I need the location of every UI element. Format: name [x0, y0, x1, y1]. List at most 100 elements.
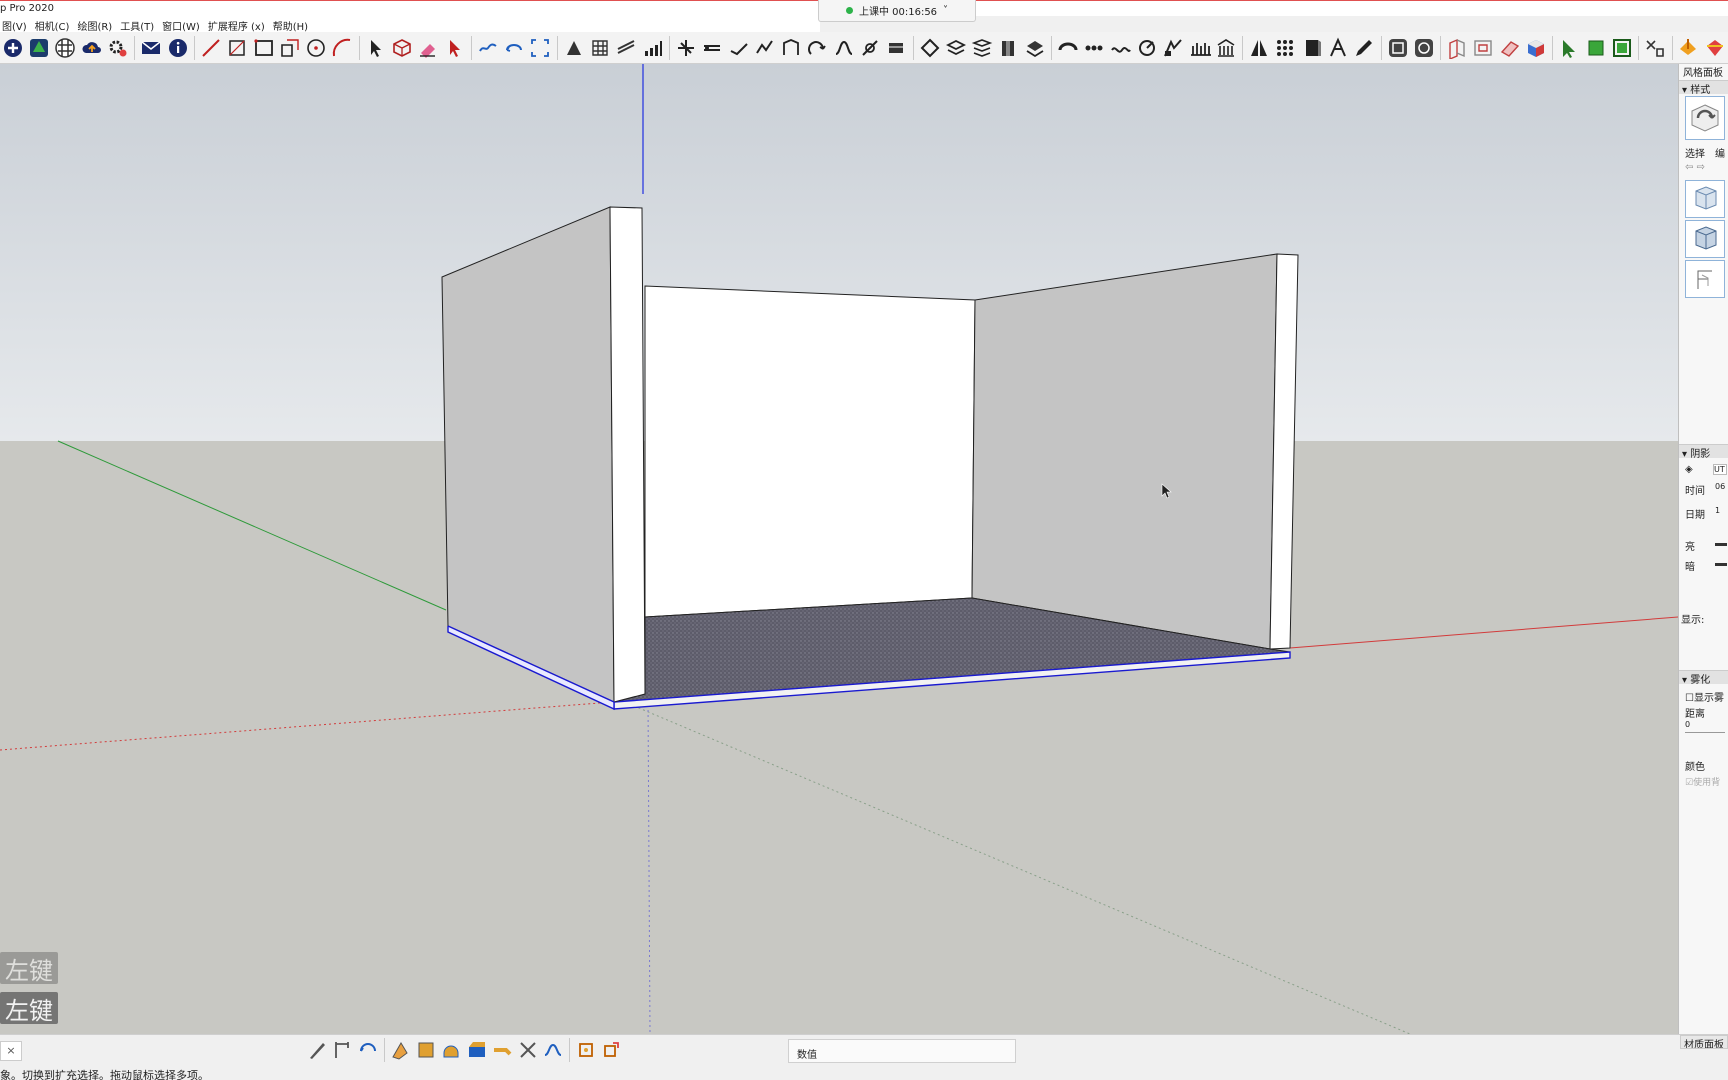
zoom-extents-icon[interactable]	[528, 35, 554, 61]
plugin-tool-32-icon[interactable]	[1411, 35, 1437, 61]
plugin-tool-12-icon[interactable]	[857, 35, 883, 61]
style-option-1[interactable]	[1685, 180, 1725, 218]
tab-select[interactable]: 选择	[1685, 145, 1705, 160]
plugin-tool-8-icon[interactable]	[752, 35, 778, 61]
plugin-tool-3-icon[interactable]	[613, 35, 639, 61]
bottom-tool-1-icon[interactable]	[388, 1037, 413, 1063]
plugin-tool-24-icon[interactable]	[1187, 35, 1213, 61]
menu-window[interactable]: 窗口(W)	[160, 16, 206, 33]
time-value[interactable]: 06	[1715, 482, 1725, 491]
menu-view[interactable]: 图(V)	[0, 16, 33, 33]
orbit-icon[interactable]	[501, 35, 527, 61]
add-icon[interactable]	[0, 35, 26, 61]
bottom-tool-9-icon[interactable]	[599, 1037, 624, 1063]
plugin-tool-36-icon[interactable]	[1642, 35, 1668, 61]
plugin-tool-2-icon[interactable]	[587, 35, 613, 61]
plugin-tool-13-icon[interactable]	[883, 35, 909, 61]
plugin-tool-37-icon[interactable]	[1676, 35, 1702, 61]
date-value[interactable]: 1	[1715, 506, 1720, 515]
plugin-tool-28-icon[interactable]	[1299, 35, 1325, 61]
plugin-tool-22-icon[interactable]	[1134, 35, 1160, 61]
left-wall[interactable]	[441, 206, 615, 703]
plugin-tool-1-icon[interactable]	[561, 35, 587, 61]
bottom-tool-7-icon[interactable]	[541, 1037, 566, 1063]
plugin-tool-23-icon[interactable]	[1160, 35, 1186, 61]
plugin-tool-34-icon[interactable]	[1583, 35, 1609, 61]
eraser-icon[interactable]	[415, 35, 441, 61]
plugin-tool-16-icon[interactable]	[969, 35, 995, 61]
arc-tool-icon[interactable]	[330, 35, 356, 61]
show-fog-checkbox[interactable]: ☐显示雾	[1685, 689, 1724, 704]
plugin-tool-10-icon[interactable]	[805, 35, 831, 61]
use-bg-checkbox[interactable]: ☑使用背	[1685, 775, 1720, 788]
rectangle-tool-icon[interactable]	[251, 35, 277, 61]
info-icon[interactable]	[165, 35, 191, 61]
follow-me-icon[interactable]	[475, 35, 501, 61]
nav-arrows-icon[interactable]: ⇦ ⇨	[1685, 162, 1705, 173]
bottom-tool-3-icon[interactable]	[439, 1037, 464, 1063]
menu-extensions[interactable]: 扩展程序 (x)	[206, 16, 271, 33]
rotated-rect-icon[interactable]	[277, 35, 303, 61]
cloud-upload-icon[interactable]	[79, 35, 105, 61]
menu-draw[interactable]: 绘图(R)	[75, 16, 118, 33]
measurements-box[interactable]: 数值	[788, 1039, 1016, 1063]
plugin-tool-6-icon[interactable]	[699, 35, 725, 61]
light-slider[interactable]	[1715, 543, 1727, 546]
plugin-tool-26-icon[interactable]	[1246, 35, 1272, 61]
plugin-tool-21-icon[interactable]	[1108, 35, 1134, 61]
bottom-tool-2-icon[interactable]	[413, 1037, 438, 1063]
extension-warehouse-icon[interactable]	[53, 35, 79, 61]
plugin-tool-9-icon[interactable]	[778, 35, 804, 61]
rotate-tool-icon[interactable]	[355, 1037, 380, 1063]
plugin-tool-14-icon[interactable]	[917, 35, 943, 61]
select-arrow-icon[interactable]	[363, 35, 389, 61]
bottom-tool-8-icon[interactable]	[573, 1037, 598, 1063]
close-icon[interactable]: ×	[0, 1041, 22, 1061]
materials-tray-tab[interactable]: 材质面板	[1680, 1035, 1728, 1049]
plugin-tool-25-icon[interactable]	[1213, 35, 1239, 61]
plugin-tool-35-icon[interactable]	[1609, 35, 1635, 61]
bottom-tool-5-icon[interactable]	[490, 1037, 515, 1063]
left-wall-end[interactable]	[609, 206, 646, 703]
shadow-section-header[interactable]: ▾ 阴影	[1679, 444, 1728, 460]
tab-edit[interactable]: 编	[1715, 145, 1725, 160]
session-timer-badge[interactable]: 上课中 00:16:56 ˅	[818, 0, 976, 22]
dark-slider[interactable]	[1715, 563, 1727, 566]
timezone-select[interactable]: UT	[1713, 464, 1727, 475]
freehand-rect-icon[interactable]	[224, 35, 250, 61]
line-tool-icon[interactable]	[198, 35, 224, 61]
menu-camera[interactable]: 相机(C)	[33, 16, 76, 33]
menu-tools[interactable]: 工具(T)	[118, 16, 160, 33]
plugin-tool-38-icon[interactable]	[1702, 35, 1728, 61]
select-arrow-red-icon[interactable]	[442, 35, 468, 61]
section-plane-2-icon[interactable]	[1471, 35, 1497, 61]
style-option-2[interactable]	[1685, 220, 1725, 258]
distance-slider[interactable]	[1685, 732, 1725, 733]
styles-section-header[interactable]: ▾ 样式	[1679, 80, 1728, 96]
plugin-tool-33-icon[interactable]	[1556, 35, 1582, 61]
view-cube-icon[interactable]	[1523, 35, 1549, 61]
circle-tool-icon[interactable]	[303, 35, 329, 61]
back-wall[interactable]	[644, 285, 976, 618]
scene-canvas[interactable]	[0, 64, 1678, 1034]
plugin-tool-30-icon[interactable]	[1351, 35, 1377, 61]
section-plane-1-icon[interactable]	[1444, 35, 1470, 61]
style-option-3[interactable]	[1685, 260, 1725, 298]
extension-manager-icon[interactable]	[105, 35, 131, 61]
fog-section-header[interactable]: ▾ 雾化	[1679, 670, 1728, 686]
bottom-tool-4-icon[interactable]	[464, 1037, 489, 1063]
paint-pen-icon[interactable]	[304, 1037, 329, 1063]
plugin-tool-11-icon[interactable]	[831, 35, 857, 61]
plugin-tool-20-icon[interactable]	[1081, 35, 1107, 61]
plugin-tool-7-icon[interactable]	[726, 35, 752, 61]
plugin-tool-31-icon[interactable]	[1385, 35, 1411, 61]
plugin-tool-18-icon[interactable]	[1022, 35, 1048, 61]
plugin-tool-27-icon[interactable]	[1273, 35, 1299, 61]
model-viewport[interactable]: 左键 左键	[0, 64, 1678, 1034]
make-component-icon[interactable]	[389, 35, 415, 61]
shadow-toggle-icon[interactable]: ◈	[1685, 464, 1693, 475]
dimension-icon[interactable]	[330, 1037, 355, 1063]
plugin-tool-5-icon[interactable]	[673, 35, 699, 61]
plugin-tool-29-icon[interactable]	[1325, 35, 1351, 61]
section-plane-3-icon[interactable]	[1497, 35, 1523, 61]
